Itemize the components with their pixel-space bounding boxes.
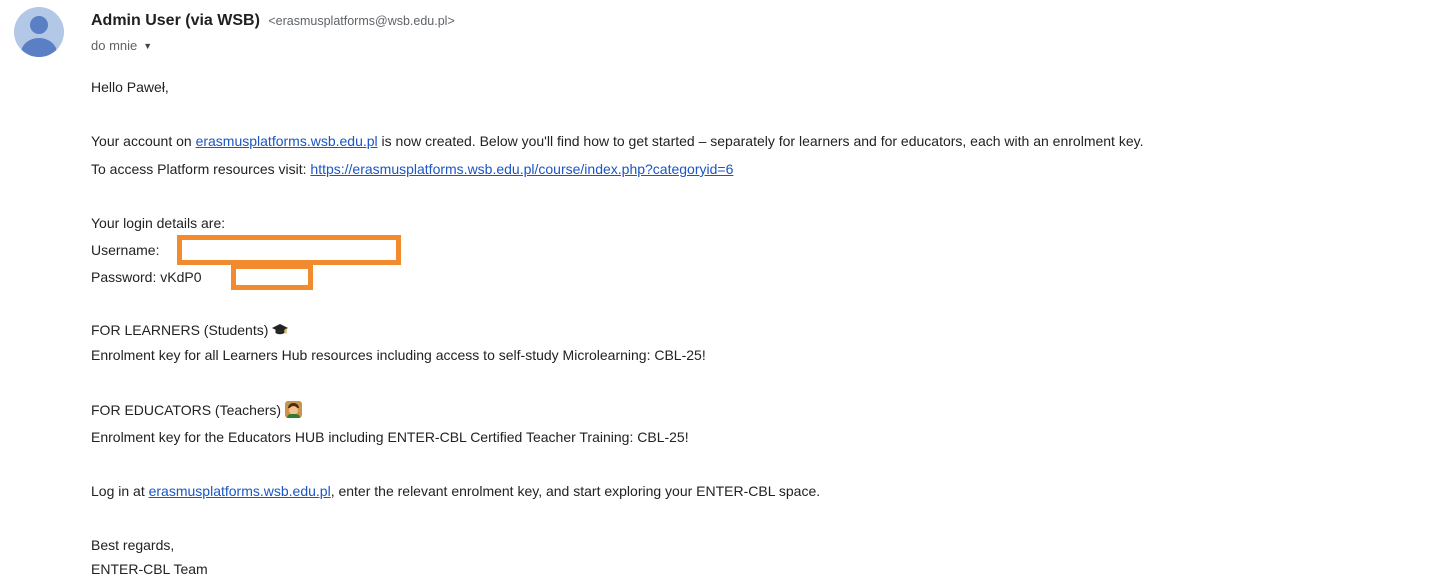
password-redaction <box>231 264 313 290</box>
password-label: Password: vKdP0 <box>91 269 202 285</box>
sender-name[interactable]: Admin User (via WSB) <box>91 12 260 29</box>
login-details-intro: Your login details are: <box>91 215 226 231</box>
greeting: Hello Paweł, <box>91 79 169 95</box>
learners-heading: FOR LEARNERS (Students) <box>91 322 269 338</box>
caret-down-icon[interactable]: ▼ <box>143 41 152 51</box>
sender-email: <erasmusplatforms@wsb.edu.pl> <box>268 14 455 28</box>
login-suffix: , enter the relevant enrolment key, and … <box>330 483 821 499</box>
regards: Best regards, <box>91 537 175 553</box>
recipient-label: do mnie <box>91 38 138 53</box>
recipient-line: do mnie ▼ <box>91 36 455 56</box>
intro-paragraph: Your account on erasmusplatforms.wsb.edu… <box>91 131 1143 151</box>
learners-key: Enrolment key for all Learners Hub resou… <box>91 347 706 363</box>
intro-prefix: Your account on <box>91 133 196 149</box>
avatar-head <box>30 16 48 34</box>
learners-heading-line: FOR LEARNERS (Students) <box>91 320 289 340</box>
educators-key: Enrolment key for the Educators HUB incl… <box>91 429 689 445</box>
educators-heading-line: FOR EDUCATORS (Teachers) <box>91 400 303 420</box>
signature: ENTER-CBL Team <box>91 561 208 577</box>
access-paragraph: To access Platform resources visit: http… <box>91 159 733 179</box>
intro-suffix: is now created. Below you'll find how to… <box>377 133 1144 149</box>
access-prefix: To access Platform resources visit: <box>91 161 311 177</box>
login-prefix: Log in at <box>91 483 149 499</box>
login-paragraph: Log in at erasmusplatforms.wsb.edu.pl, e… <box>91 481 820 501</box>
email-header: Admin User (via WSB) <erasmusplatforms@w… <box>91 10 455 56</box>
resources-link[interactable]: https://erasmusplatforms.wsb.edu.pl/cour… <box>310 161 733 177</box>
username-label: Username: <box>91 242 160 258</box>
avatar-body <box>21 38 57 57</box>
login-platform-link[interactable]: erasmusplatforms.wsb.edu.pl <box>149 483 331 499</box>
platform-link[interactable]: erasmusplatforms.wsb.edu.pl <box>196 133 378 149</box>
sender-line: Admin User (via WSB) <erasmusplatforms@w… <box>91 10 455 32</box>
username-redaction <box>177 235 401 265</box>
graduation-cap-icon <box>272 324 289 335</box>
sender-avatar[interactable] <box>14 7 64 57</box>
educators-heading: FOR EDUCATORS (Teachers) <box>91 402 282 418</box>
teacher-icon <box>285 401 303 418</box>
